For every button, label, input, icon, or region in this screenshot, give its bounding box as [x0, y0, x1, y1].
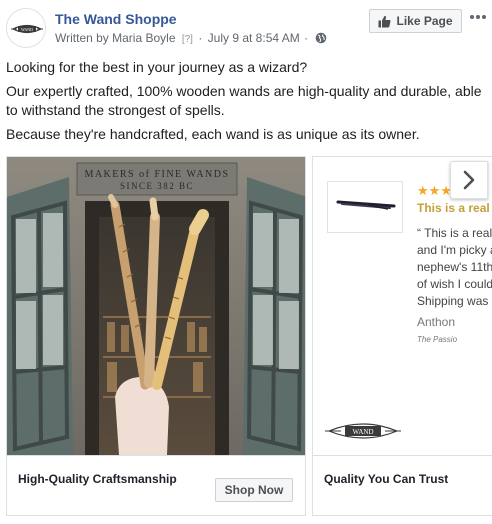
- review-body: “ This is a real and I'm picky a nephew'…: [417, 225, 492, 310]
- card-title[interactable]: Quality You Can Trust: [324, 472, 448, 486]
- card-footer: High-Quality Craftsmanship Shop Now: [7, 455, 305, 515]
- ad-carousel: MAKERS of FINE WANDS SINCE 382 BC High-Q…: [6, 156, 492, 516]
- svg-text:WAND: WAND: [21, 27, 33, 32]
- page-name-link[interactable]: The Wand Shoppe: [55, 11, 177, 27]
- page-avatar[interactable]: WAND: [6, 8, 46, 48]
- meta-separator: ·: [198, 31, 203, 45]
- card-footer: Quality You Can Trust: [313, 455, 492, 515]
- post-paragraph: Looking for the best in your journey as …: [6, 59, 308, 75]
- svg-text:MAKERS of FINE WANDS: MAKERS of FINE WANDS: [84, 169, 229, 180]
- wands-storefront-image[interactable]: MAKERS of FINE WANDS SINCE 382 BC: [7, 157, 305, 455]
- more-options-icon[interactable]: [468, 10, 488, 24]
- wand-product-thumbnail: [327, 181, 403, 233]
- like-page-label: Like Page: [396, 14, 453, 28]
- svg-text:SINCE 382 BC: SINCE 382 BC: [120, 181, 194, 191]
- like-page-button[interactable]: Like Page: [369, 9, 462, 33]
- post-paragraph: Because they're handcrafted, each wand i…: [6, 126, 420, 142]
- facebook-post: WAND The Wand Shoppe Written by Maria Bo…: [0, 0, 492, 524]
- post-meta: Written by Maria Boyle [?] · July 9 at 8…: [55, 31, 327, 45]
- review-headline: This is a real r: [417, 201, 492, 215]
- wand-shoppe-logo: WAND: [7, 9, 45, 47]
- chevron-right-icon: [463, 170, 475, 190]
- carousel-card-craftsmanship[interactable]: MAKERS of FINE WANDS SINCE 382 BC High-Q…: [6, 156, 306, 516]
- help-mark[interactable]: [?]: [182, 34, 193, 45]
- shop-now-button[interactable]: Shop Now: [215, 478, 293, 502]
- logo-text: WAND: [353, 428, 374, 436]
- card-title[interactable]: High-Quality Craftsmanship: [18, 472, 177, 486]
- review-image[interactable]: ★★★★★ This is a real r “ This is a real …: [313, 157, 492, 455]
- thumbs-up-icon: [378, 15, 391, 27]
- wand-shoppe-logo: WAND: [325, 415, 401, 447]
- review-line: Shipping was s: [417, 294, 492, 308]
- post-timestamp[interactable]: July 9 at 8:54 AM: [208, 31, 300, 45]
- meta-separator-2: ·: [304, 31, 309, 45]
- storefront-photo: MAKERS of FINE WANDS SINCE 382 BC: [7, 157, 305, 455]
- post-text: Looking for the best in your journey as …: [6, 58, 486, 149]
- globe-icon[interactable]: [315, 32, 327, 44]
- review-line: nephew's 11th: [417, 260, 492, 274]
- author-byline: Written by Maria Boyle: [55, 31, 176, 45]
- carousel-next-button[interactable]: [450, 161, 488, 199]
- post-paragraph: Our expertly crafted, 100% wooden wands …: [6, 83, 482, 118]
- review-line: and I'm picky a: [417, 243, 492, 257]
- review-line: “ This is a real: [417, 226, 492, 240]
- review-author-subtitle: The Passio: [417, 335, 458, 344]
- review-line: of wish I could: [417, 277, 492, 291]
- wand-icon: [336, 200, 396, 210]
- carousel-card-quality[interactable]: ★★★★★ This is a real r “ This is a real …: [312, 156, 492, 516]
- logo-graphic: WAND: [325, 423, 401, 439]
- review-author: Anthon: [417, 315, 456, 329]
